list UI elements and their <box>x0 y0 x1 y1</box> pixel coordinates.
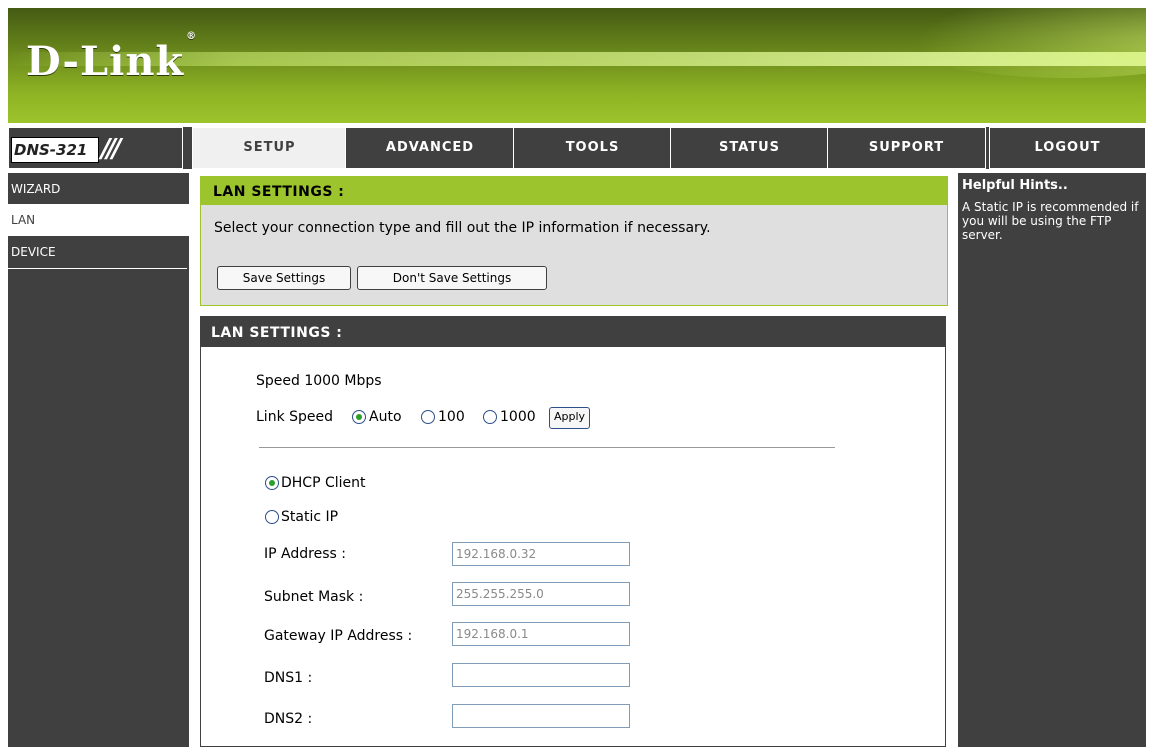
radio-speed-1000-label: 1000 <box>500 409 536 425</box>
subnet-mask-label: Subnet Mask : <box>264 589 364 605</box>
apply-button[interactable]: Apply <box>549 407 591 429</box>
subnet-mask-field[interactable]: 255.255.255.0 <box>452 582 630 606</box>
tab-status[interactable]: STATUS <box>670 127 829 169</box>
tab-setup[interactable]: SETUP <box>192 127 347 169</box>
model-name: DNS-321 <box>11 137 99 163</box>
intro-panel: LAN SETTINGS : Select your connection ty… <box>200 176 948 306</box>
radio-speed-auto[interactable] <box>352 410 366 424</box>
ip-address-field[interactable]: 192.168.0.32 <box>452 542 630 566</box>
dlink-logo: D-Link® <box>26 30 198 85</box>
hints-title: Helpful Hints.. <box>962 178 1068 193</box>
radio-speed-auto-label: Auto <box>369 409 402 425</box>
sidebar-item-wizard[interactable]: WIZARD <box>8 173 190 205</box>
radio-speed-100[interactable] <box>421 410 435 424</box>
dns2-field[interactable] <box>452 704 630 728</box>
gateway-ip-field[interactable]: 192.168.0.1 <box>452 622 630 646</box>
radio-dhcp-client[interactable] <box>265 476 279 490</box>
tab-logout[interactable]: LOGOUT <box>989 127 1146 169</box>
sidebar-item-device[interactable]: DEVICE <box>8 236 190 268</box>
radio-static-ip[interactable] <box>265 510 279 524</box>
radio-speed-1000[interactable] <box>483 410 497 424</box>
intro-title: LAN SETTINGS : <box>201 177 947 205</box>
speed-readout: Speed 1000 Mbps <box>256 373 382 389</box>
top-nav: DNS-321 /// SETUP ADVANCED TOOLS STATUS … <box>8 127 1146 169</box>
model-badge: DNS-321 /// <box>8 127 183 169</box>
lan-settings-panel: LAN SETTINGS : Speed 1000 Mbps Link Spee… <box>200 316 946 747</box>
radio-dhcp-client-label: DHCP Client <box>281 475 366 491</box>
radio-speed-100-label: 100 <box>438 409 465 425</box>
helpful-hints-panel: Helpful Hints.. A Static IP is recommend… <box>958 173 1146 747</box>
save-settings-button[interactable]: Save Settings <box>217 266 351 290</box>
tab-tools[interactable]: TOOLS <box>513 127 672 169</box>
header-banner: D-Link® <box>8 8 1146 123</box>
dns2-label: DNS2 : <box>264 711 313 727</box>
router-admin-page: D-Link® DNS-321 /// SETUP ADVANCED TOOLS… <box>8 8 1146 747</box>
radio-static-ip-label: Static IP <box>281 509 339 525</box>
banner-sweep <box>868 8 1146 78</box>
tab-support[interactable]: SUPPORT <box>827 127 986 169</box>
sidebar-item-lan[interactable]: LAN <box>8 204 190 236</box>
sidebar-divider <box>8 268 187 269</box>
gateway-ip-label: Gateway IP Address : <box>264 628 413 644</box>
hints-text: A Static IP is recommended if you will b… <box>962 200 1139 242</box>
lan-settings-title: LAN SETTINGS : <box>201 317 945 347</box>
link-speed-label: Link Speed <box>256 409 334 425</box>
tab-advanced[interactable]: ADVANCED <box>345 127 515 169</box>
model-slashes-icon: /// <box>101 134 121 164</box>
sidebar: WIZARD LAN DEVICE <box>8 173 190 747</box>
ip-address-label: IP Address : <box>264 546 346 562</box>
dns1-field[interactable] <box>452 663 630 687</box>
dont-save-settings-button[interactable]: Don't Save Settings <box>357 266 547 290</box>
section-divider <box>259 447 835 448</box>
dns1-label: DNS1 : <box>264 670 313 686</box>
intro-description: Select your connection type and fill out… <box>214 220 711 236</box>
